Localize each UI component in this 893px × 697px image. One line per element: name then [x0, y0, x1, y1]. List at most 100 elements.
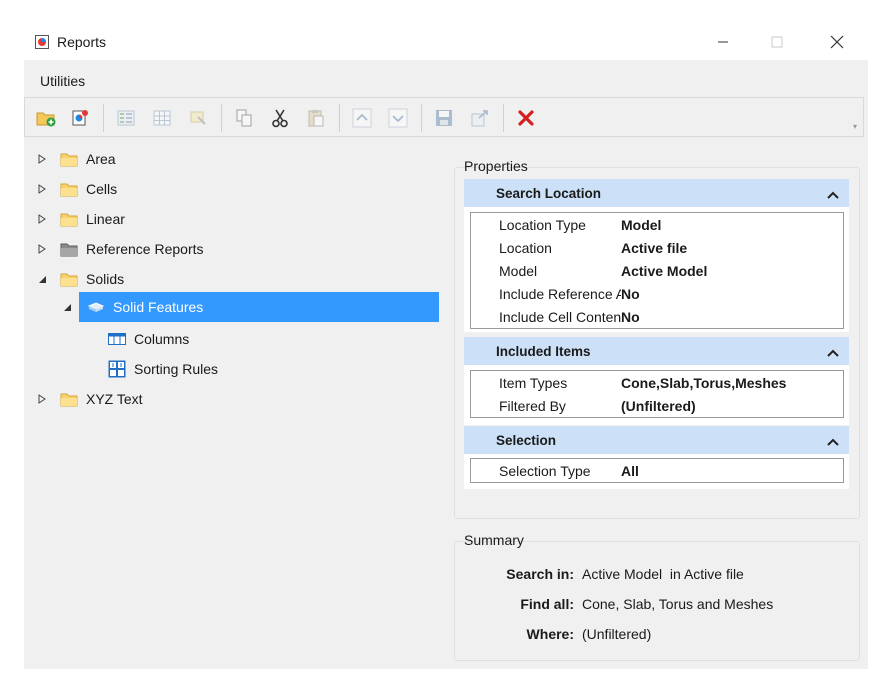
property-value[interactable]: Active Model [621, 263, 707, 279]
reports-window: Reports Utilities ▾ Area Cells Linear Re… [24, 24, 868, 669]
property-key: Location Type [499, 216, 586, 233]
property-grid: Location Type Model Location Active file M… [470, 212, 844, 329]
property-key: Selection Type [499, 462, 591, 479]
summary-value: Active Model in Active file [582, 566, 744, 582]
tree-label: Reference Reports [86, 241, 204, 257]
collapse-caret-icon[interactable] [827, 187, 839, 202]
search-location-body: Location Type Model Location Active file M… [464, 207, 849, 332]
folder-icon [60, 151, 78, 167]
properties-title: Properties [464, 158, 528, 174]
reference-folder-icon [60, 241, 78, 257]
property-key: Model [499, 262, 538, 279]
summary-find-all: Find all: Cone, Slab, Torus and Meshes [454, 596, 854, 612]
tree-label: XYZ Text [86, 391, 143, 407]
expand-arrow-icon[interactable] [34, 212, 50, 226]
property-value[interactable]: No [621, 286, 640, 302]
tree-label: Columns [134, 331, 190, 347]
tree-node-reference-reports[interactable]: Reference Reports [34, 234, 204, 264]
paste-icon[interactable] [303, 106, 329, 130]
summary-value: (Unfiltered) [582, 626, 652, 642]
new-report-icon[interactable] [67, 106, 93, 130]
property-row[interactable]: Selection Type All [471, 459, 843, 482]
summary-label: Search in: [506, 566, 574, 582]
property-value[interactable]: No [621, 309, 640, 325]
delete-icon[interactable] [513, 106, 539, 130]
close-button[interactable] [814, 26, 860, 58]
property-grid: Selection Type All [470, 458, 844, 483]
columns-icon [108, 331, 126, 347]
collapse-caret-icon[interactable] [827, 345, 839, 360]
table-icon[interactable] [149, 106, 175, 130]
add-folder-icon[interactable] [33, 106, 59, 130]
property-value[interactable]: Active file [621, 240, 687, 256]
property-row[interactable]: Include Cell Contents No [471, 305, 843, 328]
tree-node-sorting-rules[interactable]: Sorting Rules [108, 354, 218, 384]
section-selection[interactable]: Selection [464, 426, 849, 454]
move-up-icon[interactable] [349, 106, 375, 130]
section-included-items[interactable]: Included Items [464, 337, 849, 365]
title-bar: Reports [24, 24, 868, 60]
folder-icon [60, 391, 78, 407]
expand-arrow-icon[interactable] [34, 392, 50, 406]
property-row[interactable]: Model Active Model [471, 259, 843, 282]
summary-title: Summary [464, 532, 524, 548]
section-search-location[interactable]: Search Location [464, 179, 849, 207]
property-value[interactable]: Model [621, 217, 661, 233]
minimize-button[interactable] [700, 26, 746, 58]
property-key: Include Reference Att [499, 285, 621, 302]
summary-label: Find all: [520, 596, 574, 612]
property-grid: Item Types Cone,Slab,Torus,Meshes Filtere… [470, 370, 844, 418]
copy-icon[interactable] [231, 106, 257, 130]
summary-where: Where: (Unfiltered) [454, 626, 854, 642]
maximize-button[interactable] [754, 26, 800, 58]
export-icon[interactable] [467, 106, 493, 130]
tree-label: Solid Features [113, 299, 204, 315]
section-label: Search Location [496, 185, 602, 201]
tree-node-columns[interactable]: Columns [108, 324, 189, 354]
cut-icon[interactable] [267, 106, 293, 130]
tree-node-xyz-text[interactable]: XYZ Text [34, 384, 143, 414]
toolbar-overflow-icon[interactable]: ▾ [853, 122, 857, 131]
property-value[interactable]: Cone,Slab,Torus,Meshes [621, 375, 786, 391]
tree-node-solids[interactable]: Solids [34, 264, 124, 294]
property-value[interactable]: All [621, 463, 639, 479]
move-down-icon[interactable] [385, 106, 411, 130]
collapse-arrow-icon[interactable] [59, 300, 75, 314]
properties-list-icon[interactable] [113, 106, 139, 130]
property-row[interactable]: Item Types Cone,Slab,Torus,Meshes [471, 371, 843, 394]
folder-icon [60, 211, 78, 227]
summary-value: Cone, Slab, Torus and Meshes [582, 596, 774, 612]
tree-node-linear[interactable]: Linear [34, 204, 125, 234]
section-label: Selection [496, 432, 557, 448]
tree-node-cells[interactable]: Cells [34, 174, 117, 204]
included-items-body: Item Types Cone,Slab,Torus,Meshes Filtere… [464, 365, 849, 425]
tree-label: Linear [86, 211, 125, 227]
tree-label: Solids [86, 271, 125, 287]
highlight-icon[interactable] [185, 106, 211, 130]
collapse-arrow-icon[interactable] [34, 272, 50, 286]
tree-label: Cells [86, 181, 118, 197]
property-row[interactable]: Location Active file [471, 236, 843, 259]
property-key: Filtered By [499, 397, 566, 414]
tree-node-solid-features[interactable]: Solid Features [64, 292, 439, 322]
expand-arrow-icon[interactable] [34, 182, 50, 196]
solid-features-icon [87, 299, 105, 315]
tree-label: Area [86, 151, 116, 167]
folder-icon [60, 271, 78, 287]
property-key: Include Cell Contents [499, 308, 621, 325]
property-key: Location [499, 239, 552, 256]
property-value[interactable]: (Unfiltered) [621, 398, 696, 414]
property-row[interactable]: Filtered By (Unfiltered) [471, 394, 843, 417]
property-row[interactable]: Include Reference Att No [471, 282, 843, 305]
property-row[interactable]: Location Type Model [471, 213, 843, 236]
section-label: Included Items [496, 343, 591, 359]
tree-node-area[interactable]: Area [34, 144, 116, 174]
save-icon[interactable] [431, 106, 457, 130]
collapse-caret-icon[interactable] [827, 434, 839, 449]
expand-arrow-icon[interactable] [34, 242, 50, 256]
expand-arrow-icon[interactable] [34, 152, 50, 166]
summary-label: Where: [526, 626, 574, 642]
menu-utilities[interactable]: Utilities [40, 73, 85, 89]
reports-app-icon [35, 35, 49, 49]
selection-body: Selection Type All [464, 454, 849, 489]
